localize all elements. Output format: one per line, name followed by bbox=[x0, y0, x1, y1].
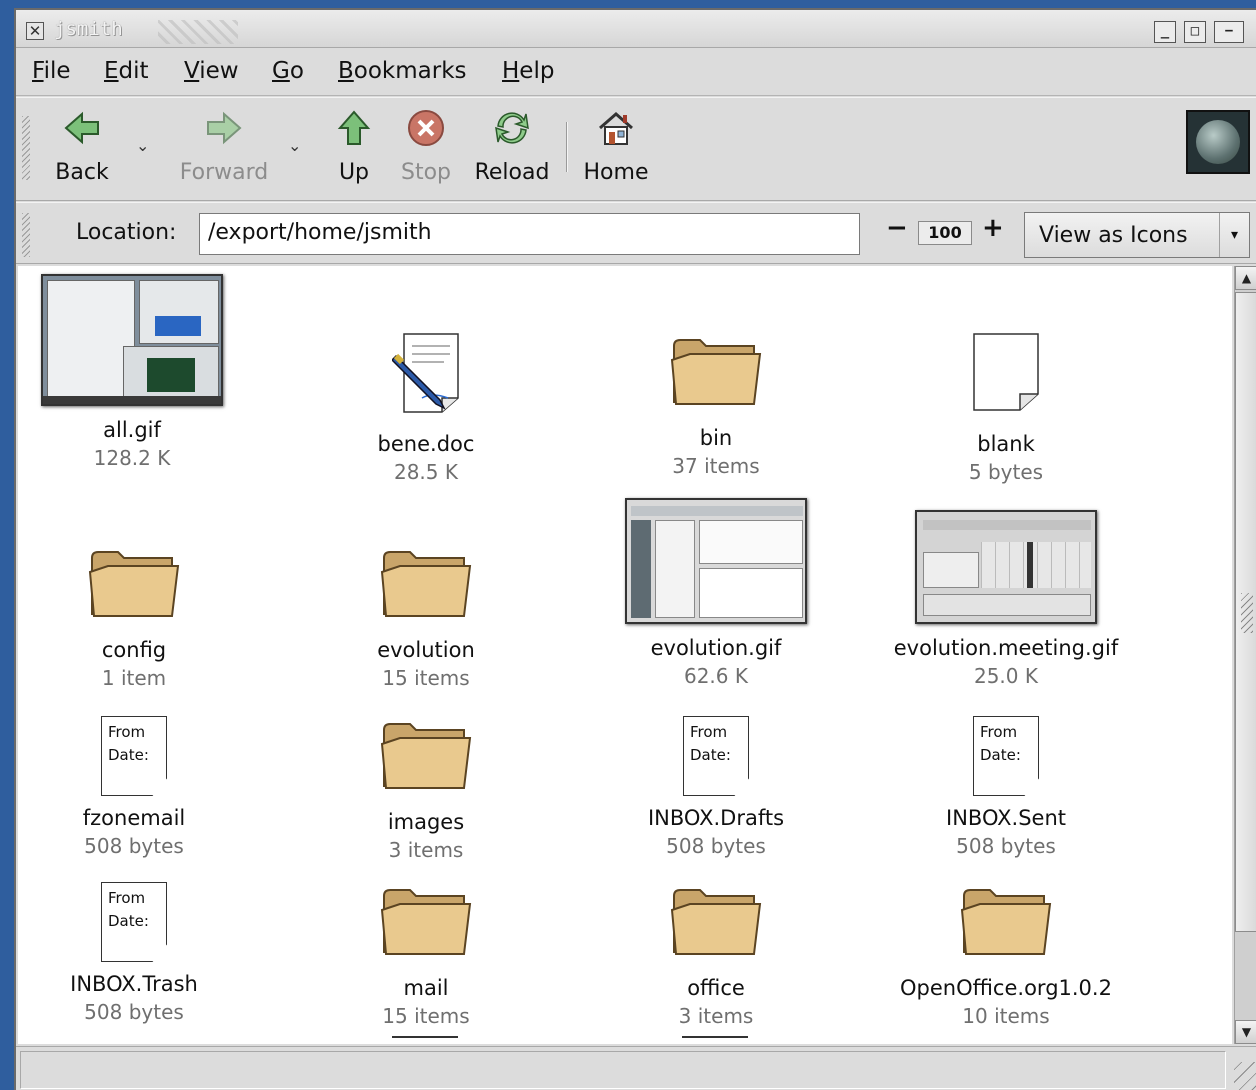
menu-view[interactable]: View bbox=[184, 58, 239, 84]
folder-icon bbox=[670, 889, 762, 955]
view-as-label: View as Icons bbox=[1039, 223, 1188, 248]
up-arrow-icon bbox=[337, 110, 371, 145]
up-button[interactable]: Up bbox=[332, 106, 376, 185]
folder-icon bbox=[670, 339, 762, 405]
menu-file[interactable]: File bbox=[32, 58, 71, 84]
activity-throbber bbox=[1186, 110, 1250, 174]
folder-icon bbox=[88, 551, 180, 617]
forward-button[interactable]: Forward bbox=[174, 106, 274, 185]
toolbar-separator bbox=[566, 122, 568, 172]
minimize-button[interactable]: _ bbox=[1154, 21, 1176, 43]
menu-edit[interactable]: Edit bbox=[104, 58, 149, 84]
reload-icon bbox=[495, 112, 529, 144]
view-as-select[interactable]: View as Icons ▾ bbox=[1024, 212, 1250, 258]
status-field bbox=[20, 1051, 1226, 1089]
stop-icon bbox=[408, 110, 444, 146]
maximize-button[interactable]: □ bbox=[1184, 21, 1206, 43]
toolbar: Back ⌄ Forward ⌄ Up Stop Reload Home bbox=[16, 97, 1256, 201]
file-item-images[interactable]: images 3 items bbox=[296, 716, 556, 862]
folder-icon bbox=[380, 889, 472, 955]
file-item-evolution[interactable]: evolution 15 items bbox=[296, 544, 556, 690]
window-menu-icon[interactable]: ✕ bbox=[26, 22, 44, 40]
document-pen-icon bbox=[390, 333, 459, 413]
scrollbar-thumb[interactable] bbox=[1235, 292, 1256, 932]
image-thumbnail-icon bbox=[41, 274, 223, 406]
menu-bar: File Edit View Go Bookmarks Help bbox=[16, 48, 1256, 96]
back-button[interactable]: Back bbox=[50, 106, 114, 185]
folder-icon bbox=[960, 889, 1052, 955]
location-bar-grip[interactable] bbox=[22, 213, 30, 257]
dropdown-arrow-icon: ▾ bbox=[1219, 213, 1249, 257]
title-bar[interactable]: ✕ jsmith _ □ − bbox=[16, 10, 1256, 48]
vertical-scrollbar[interactable]: ▲ ▼ bbox=[1234, 266, 1256, 1044]
scroll-down-icon[interactable]: ▼ bbox=[1235, 1020, 1256, 1044]
mail-file-icon: From Date: bbox=[101, 882, 167, 962]
partial-file-icon bbox=[392, 1036, 458, 1044]
file-item-mail[interactable]: mail 15 items bbox=[296, 882, 556, 1028]
file-manager-window: ✕ jsmith _ □ − File Edit View Go Bookmar… bbox=[14, 8, 1256, 1090]
image-thumbnail-icon bbox=[915, 510, 1097, 624]
file-item-blank[interactable]: blank 5 bytes bbox=[876, 332, 1136, 484]
menu-bookmarks[interactable]: Bookmarks bbox=[338, 58, 467, 84]
reload-button[interactable]: Reload bbox=[472, 106, 552, 185]
mail-file-icon: From Date: bbox=[683, 716, 749, 796]
zoom-in-button[interactable]: + bbox=[982, 213, 1004, 243]
forward-arrow-icon bbox=[207, 111, 242, 145]
menu-help[interactable]: Help bbox=[502, 58, 554, 84]
file-item-evolution-meeting-gif[interactable]: evolution.meeting.gif 25.0 K bbox=[862, 510, 1150, 688]
home-button[interactable]: Home bbox=[582, 106, 650, 185]
title-decoration bbox=[158, 20, 238, 44]
location-input[interactable]: /export/home/jsmith bbox=[199, 213, 860, 255]
status-bar bbox=[16, 1046, 1256, 1090]
file-item-office[interactable]: office 3 items bbox=[586, 882, 846, 1028]
mail-file-icon: From Date: bbox=[101, 716, 167, 796]
file-item-config[interactable]: config 1 item bbox=[18, 544, 264, 690]
close-button[interactable]: − bbox=[1214, 21, 1244, 43]
forward-history-chevron-icon[interactable]: ⌄ bbox=[288, 136, 301, 155]
toolbar-grip[interactable] bbox=[22, 116, 30, 180]
back-arrow-icon bbox=[64, 111, 99, 145]
icon-view[interactable]: all.gif 128.2 K bene.doc 28.5 K bin 37 i… bbox=[18, 266, 1232, 1044]
mail-file-icon: From Date: bbox=[973, 716, 1039, 796]
file-item-inbox-trash[interactable]: From Date: INBOX.Trash 508 bytes bbox=[18, 882, 264, 1024]
file-item-evolution-gif[interactable]: evolution.gif 62.6 K bbox=[586, 498, 846, 688]
home-icon bbox=[599, 112, 633, 145]
location-label: Location: bbox=[76, 220, 177, 245]
window-title: jsmith bbox=[54, 18, 123, 40]
zoom-out-button[interactable]: − bbox=[886, 213, 908, 243]
image-thumbnail-icon bbox=[625, 498, 807, 624]
throbber-orb-icon bbox=[1196, 120, 1240, 164]
scroll-up-icon[interactable]: ▲ bbox=[1235, 266, 1256, 290]
stop-button[interactable]: Stop bbox=[396, 106, 456, 185]
menu-go[interactable]: Go bbox=[272, 58, 304, 84]
file-item-inbox-sent[interactable]: From Date: INBOX.Sent 508 bytes bbox=[876, 716, 1136, 858]
file-item-all-gif[interactable]: all.gif 128.2 K bbox=[18, 274, 262, 470]
blank-file-icon bbox=[973, 333, 1039, 411]
file-item-openoffice[interactable]: OpenOffice.org1.0.2 10 items bbox=[876, 882, 1136, 1028]
resize-grip-icon[interactable] bbox=[1234, 1062, 1256, 1090]
folder-icon bbox=[380, 723, 472, 789]
thumb-grip bbox=[1241, 593, 1253, 633]
file-item-bin[interactable]: bin 37 items bbox=[586, 332, 846, 478]
file-item-inbox-drafts[interactable]: From Date: INBOX.Drafts 508 bytes bbox=[586, 716, 846, 858]
file-item-fzonemail[interactable]: From Date: fzonemail 508 bytes bbox=[18, 716, 264, 858]
zoom-level[interactable]: 100 bbox=[918, 221, 972, 245]
file-item-bene-doc[interactable]: bene.doc 28.5 K bbox=[296, 332, 556, 484]
folder-icon bbox=[380, 551, 472, 617]
back-history-chevron-icon[interactable]: ⌄ bbox=[136, 136, 149, 155]
location-bar: Location: /export/home/jsmith − 100 + Vi… bbox=[16, 202, 1256, 264]
partial-file-icon bbox=[682, 1036, 748, 1044]
